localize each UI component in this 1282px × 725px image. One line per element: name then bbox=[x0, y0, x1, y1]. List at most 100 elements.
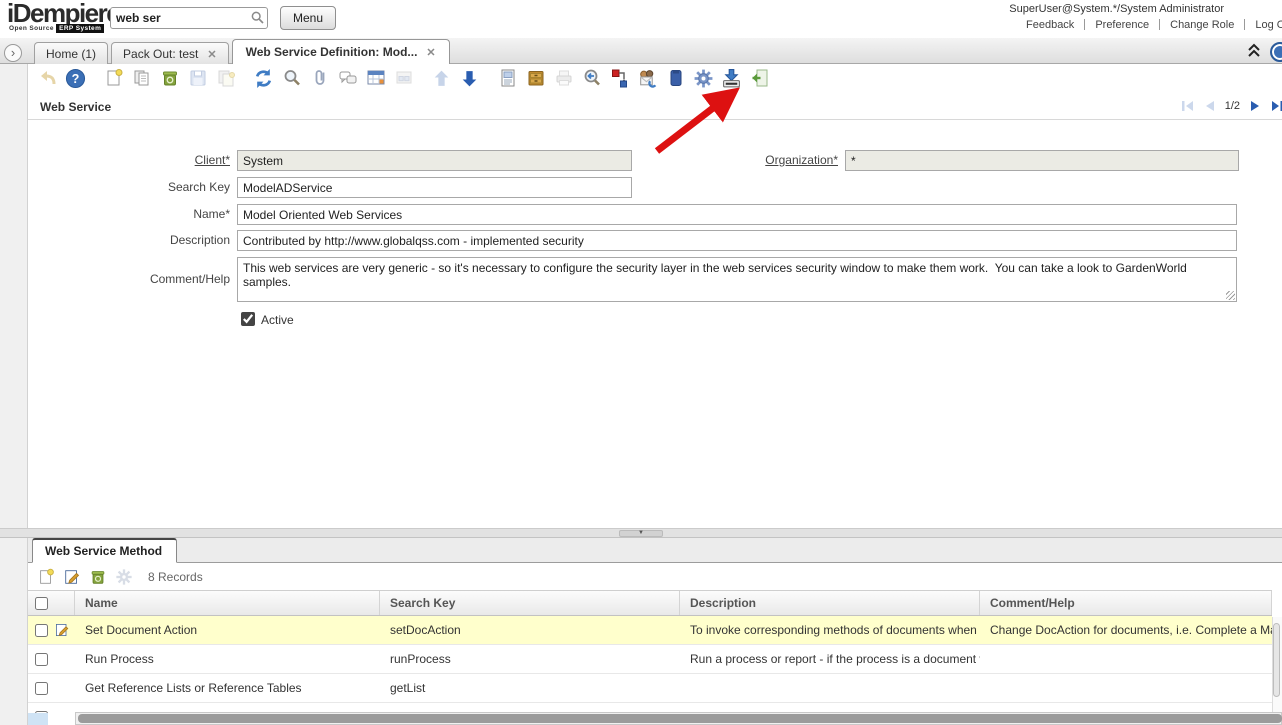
name-label: Name* bbox=[120, 207, 230, 221]
select-all-checkbox[interactable] bbox=[35, 597, 48, 610]
last-record-icon[interactable] bbox=[1266, 97, 1282, 115]
grid-header-row: Name Search Key Description Comment/Help bbox=[28, 590, 1272, 616]
tab-pack-out[interactable]: Pack Out: test✕ bbox=[111, 42, 229, 64]
column-header-description[interactable]: Description bbox=[680, 591, 980, 615]
card-view-icon[interactable] bbox=[392, 67, 415, 90]
panel-splitter[interactable]: ▼ bbox=[0, 528, 1282, 538]
grid-horizontal-scrollbar[interactable] bbox=[75, 712, 1282, 725]
comment-help-field[interactable]: This web services are very generic - so … bbox=[237, 257, 1237, 302]
grid-horizontal-scrollbar-thumb[interactable] bbox=[78, 714, 1282, 723]
active-checkbox[interactable] bbox=[241, 312, 255, 326]
window-toolbar: ? bbox=[28, 64, 1282, 92]
workflow-icon[interactable] bbox=[608, 67, 631, 90]
logged-in-user: SuperUser@System.*/System Administrator bbox=[1009, 3, 1224, 15]
find-icon[interactable] bbox=[280, 67, 303, 90]
copy-record-icon[interactable] bbox=[130, 67, 153, 90]
report-icon[interactable] bbox=[496, 67, 519, 90]
detail-record-icon[interactable] bbox=[458, 67, 481, 90]
zoom-across-icon[interactable] bbox=[580, 67, 603, 90]
change-role-link[interactable]: Change Role bbox=[1170, 19, 1234, 31]
new-record-icon[interactable] bbox=[102, 67, 125, 90]
row-checkbox[interactable] bbox=[35, 653, 48, 666]
detail-delete-record-icon[interactable] bbox=[88, 567, 108, 587]
parent-record-icon[interactable] bbox=[430, 67, 453, 90]
detail-edit-record-icon[interactable] bbox=[62, 567, 82, 587]
organization-label[interactable]: Organization* bbox=[700, 153, 838, 167]
logo-title: iDempiere bbox=[7, 0, 119, 26]
grid-vertical-scrollbar-thumb[interactable] bbox=[1273, 623, 1280, 697]
help-icon[interactable]: ? bbox=[64, 67, 87, 90]
archive-icon[interactable] bbox=[524, 67, 547, 90]
tab-web-service-definition[interactable]: Web Service Definition: Mod...✕ bbox=[232, 39, 450, 64]
search-icon[interactable] bbox=[251, 11, 264, 24]
chat-icon[interactable] bbox=[336, 67, 359, 90]
requests-icon[interactable] bbox=[636, 67, 659, 90]
row-checkbox[interactable] bbox=[35, 682, 48, 695]
table-row[interactable]: Set Document Action setDocAction To invo… bbox=[28, 616, 1272, 645]
cell-search-key: runProcess bbox=[380, 645, 680, 673]
client-label[interactable]: Client* bbox=[150, 153, 230, 167]
search-key-field[interactable] bbox=[237, 177, 632, 198]
column-header-comment-help[interactable]: Comment/Help bbox=[980, 591, 1272, 615]
process-icon[interactable] bbox=[692, 67, 715, 90]
logout-link[interactable]: Log Out bbox=[1255, 19, 1282, 31]
row-checkbox[interactable] bbox=[35, 624, 48, 637]
tab-web-service-method[interactable]: Web Service Method bbox=[32, 538, 177, 563]
client-field[interactable] bbox=[237, 150, 632, 171]
cell-name: Run Process bbox=[75, 645, 380, 673]
preference-link[interactable]: Preference bbox=[1095, 19, 1149, 31]
table-row[interactable]: Get Reference Lists or Reference Tables … bbox=[28, 674, 1272, 703]
web-service-form: Client* Organization* Search Key Name* D… bbox=[28, 120, 1282, 528]
global-search bbox=[110, 7, 268, 29]
window-tab-bar: Home (1) Pack Out: test✕ Web Service Def… bbox=[0, 38, 1282, 64]
exit-icon[interactable] bbox=[748, 67, 771, 90]
name-field[interactable] bbox=[237, 204, 1237, 225]
previous-record-icon[interactable] bbox=[1199, 97, 1221, 115]
archive-document-icon[interactable] bbox=[664, 67, 687, 90]
page-title: Web Service bbox=[40, 100, 111, 114]
cell-search-key: setDocAction bbox=[380, 616, 680, 644]
splitter-grip[interactable]: ▼ bbox=[619, 530, 663, 537]
menu-button[interactable]: Menu bbox=[280, 6, 336, 30]
search-key-label: Search Key bbox=[120, 180, 230, 194]
close-tab-icon[interactable]: ✕ bbox=[426, 47, 435, 59]
record-page-indicator: 1/2 bbox=[1225, 100, 1240, 112]
link-divider bbox=[1084, 19, 1085, 30]
export-icon[interactable] bbox=[720, 67, 743, 90]
tab-home[interactable]: Home (1) bbox=[34, 42, 108, 64]
west-collapsed-panel[interactable] bbox=[0, 64, 28, 725]
web-service-method-grid: Name Search Key Description Comment/Help… bbox=[28, 590, 1272, 725]
active-label: Active bbox=[261, 313, 294, 327]
save-create-icon[interactable] bbox=[214, 67, 237, 90]
save-icon[interactable] bbox=[186, 67, 209, 90]
logo-subtitle: Open Source ERP System bbox=[9, 25, 104, 32]
attachment-icon[interactable] bbox=[308, 67, 331, 90]
next-record-icon[interactable] bbox=[1244, 97, 1266, 115]
idempiere-logo: iDempiere Open Source ERP System bbox=[7, 0, 119, 26]
description-field[interactable] bbox=[237, 230, 1237, 251]
detail-process-icon[interactable] bbox=[114, 567, 134, 587]
cell-search-key: getList bbox=[380, 674, 680, 702]
feedback-link[interactable]: Feedback bbox=[1026, 19, 1074, 31]
row-edit-icon[interactable] bbox=[54, 622, 70, 638]
organization-field[interactable] bbox=[845, 150, 1239, 171]
column-header-name[interactable]: Name bbox=[75, 591, 380, 615]
first-record-icon[interactable] bbox=[1177, 97, 1199, 115]
undo-icon[interactable] bbox=[36, 67, 59, 90]
collapse-header-icon[interactable] bbox=[1245, 42, 1263, 59]
cell-comment-help bbox=[980, 645, 1272, 673]
svg-text:?: ? bbox=[72, 71, 80, 85]
delete-record-icon[interactable] bbox=[158, 67, 181, 90]
detail-new-record-icon[interactable] bbox=[36, 567, 56, 587]
search-input[interactable] bbox=[110, 7, 268, 29]
record-count: 8 Records bbox=[148, 570, 203, 584]
column-header-search-key[interactable]: Search Key bbox=[380, 591, 680, 615]
print-icon[interactable] bbox=[552, 67, 575, 90]
refresh-icon[interactable] bbox=[252, 67, 275, 90]
expand-west-panel-icon[interactable]: › bbox=[4, 44, 22, 62]
textarea-resize-grip[interactable] bbox=[1226, 291, 1235, 300]
close-tab-icon[interactable]: ✕ bbox=[207, 49, 216, 61]
tab-title-row: Web Service 1/2 bbox=[28, 92, 1282, 120]
table-row[interactable]: Run Process runProcess Run a process or … bbox=[28, 645, 1272, 674]
grid-toggle-icon[interactable] bbox=[364, 67, 387, 90]
